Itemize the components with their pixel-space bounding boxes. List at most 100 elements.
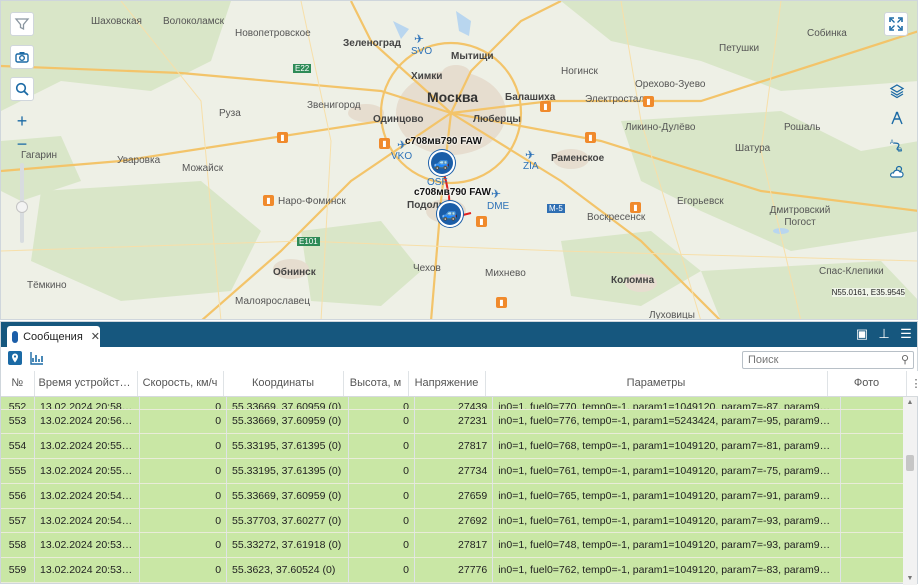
city-label: Звенигород	[307, 100, 361, 111]
tab-messages[interactable]: Сообщения ✕	[7, 326, 100, 347]
measure-button[interactable]	[885, 106, 909, 130]
cell-speed: 0	[139, 483, 228, 509]
weather-button[interactable]	[885, 160, 909, 184]
search-map-button[interactable]	[10, 77, 34, 101]
cell-time: 13.02.2024 20:55:56	[34, 433, 140, 460]
airport-icon: ✈	[525, 148, 536, 162]
search-icon: ⚲	[900, 354, 909, 366]
column-header-altitude[interactable]: Высота, м	[343, 371, 409, 397]
zoom-in-button[interactable]: +	[10, 109, 34, 133]
scroll-up-icon[interactable]: ▲	[903, 397, 917, 409]
cell-speed: 0	[139, 458, 228, 484]
city-label: Коломна	[611, 275, 655, 286]
zoom-out-button[interactable]: −	[10, 132, 34, 156]
cell-time: 13.02.2024 20:55:26	[34, 458, 140, 484]
cell-parameters: in0=1, fuel0=761, temp0=-1, param1=10491…	[492, 508, 841, 534]
table-row[interactable]: 553 13.02.2024 20:56:26 0 55.33669, 37.6095…	[1, 409, 904, 435]
column-header-photo[interactable]: Фото	[827, 371, 907, 397]
city-label: Одинцово	[373, 114, 424, 125]
column-menu-button[interactable]: ⋮	[906, 371, 918, 397]
city-label: Зеленоград	[343, 38, 401, 49]
column-header-parameters[interactable]: Параметры	[485, 371, 828, 397]
layers-button[interactable]	[885, 79, 909, 103]
cell-photo	[840, 557, 904, 584]
table-scrollbar[interactable]: ▲ ▼	[903, 397, 917, 585]
road-label: E101	[297, 237, 320, 246]
cell-number: 552	[1, 397, 36, 410]
cell-altitude: 0	[348, 397, 415, 410]
layers-icon	[889, 84, 905, 99]
pin-icon[interactable]: ⊥	[877, 326, 891, 342]
city-label: Раменское	[551, 153, 605, 164]
table-row[interactable]: 556 13.02.2024 20:54:56 0 55.33669, 37.6095…	[1, 483, 904, 509]
table-row[interactable]: 552 13.02.2024 20:58:58 0 55.33669, 37.6095…	[1, 397, 904, 410]
cell-parameters: in0=1, fuel0=768, temp0=-1, param1=10491…	[492, 433, 841, 460]
table-row[interactable]: 557 13.02.2024 20:54:26 0 55.37703, 37.6027…	[1, 508, 904, 534]
cell-voltage: 27817	[414, 433, 494, 460]
route-button[interactable]: AB	[885, 133, 909, 157]
road-label: E22	[293, 64, 312, 73]
cell-time: 13.02.2024 20:54:56	[34, 483, 140, 509]
city-label: Михнево	[485, 268, 526, 279]
city-label: Петушки	[719, 43, 760, 54]
cell-time: 13.02.2024 20:53:56	[34, 532, 140, 559]
city-label: Электросталь	[585, 94, 650, 105]
cell-altitude: 0	[348, 433, 415, 460]
vehicle-marker[interactable]: 🚙	[429, 150, 455, 176]
panel-tabbar: Сообщения ✕ ▣ ⊥ ☰	[1, 322, 917, 347]
city-label: Химки	[411, 71, 443, 82]
city-label: Москва	[427, 89, 479, 105]
cell-speed: 0	[139, 409, 228, 435]
chart-icon[interactable]	[28, 350, 46, 368]
search-input[interactable]	[742, 351, 914, 369]
scrollbar-thumb[interactable]	[906, 455, 914, 471]
cell-coordinates: 55.33669, 37.60959 (0)	[226, 397, 349, 410]
close-icon[interactable]: ✕	[91, 330, 100, 343]
table-row[interactable]: 555 13.02.2024 20:55:26 0 55.33195, 37.6139…	[1, 458, 904, 484]
city-label: Чехов	[413, 263, 441, 274]
fuel-station-icon: ▮	[496, 297, 507, 308]
column-header-coordinates[interactable]: Координаты	[223, 371, 344, 397]
cell-photo	[840, 483, 904, 509]
filter-button[interactable]	[10, 12, 34, 36]
vehicle-marker[interactable]: 🚙	[437, 201, 463, 227]
cell-time: 13.02.2024 20:56:26	[34, 409, 140, 435]
export-excel-icon[interactable]: ▣	[855, 326, 869, 342]
column-header-time[interactable]: Время устройства...	[34, 371, 138, 397]
table-row[interactable]: 558 13.02.2024 20:53:56 0 55.33272, 37.6191…	[1, 532, 904, 559]
cell-speed: 0	[139, 397, 228, 410]
cell-coordinates: 55.33669, 37.60959 (0)	[226, 483, 349, 509]
city-label: Дмитровский Погост	[769, 205, 831, 228]
zoom-slider-handle[interactable]	[16, 201, 28, 213]
cell-coordinates: 55.3623, 37.60524 (0)	[226, 557, 349, 584]
fuel-station-icon: ▮	[263, 195, 274, 206]
city-label: VKO	[391, 151, 413, 162]
city-label: Орехово-Зуево	[635, 79, 706, 90]
table-row[interactable]: 559 13.02.2024 20:53:26 0 55.3623, 37.60524…	[1, 557, 904, 584]
cell-time: 13.02.2024 20:54:26	[34, 508, 140, 534]
fullscreen-button[interactable]	[884, 12, 908, 36]
cell-voltage: 27817	[414, 532, 494, 559]
fuel-station-icon: ▮	[476, 216, 487, 227]
fullscreen-icon	[889, 17, 903, 31]
cell-speed: 0	[139, 557, 228, 584]
fuel-station-icon: ▮	[643, 96, 654, 107]
cell-number: 557	[1, 508, 36, 534]
column-header-number[interactable]: №	[1, 371, 35, 397]
table-header: № Время устройства... Скорость, км/ч Коо…	[1, 371, 918, 397]
column-header-voltage[interactable]: Напряжение	[408, 371, 486, 397]
cell-speed: 0	[139, 508, 228, 534]
table-row[interactable]: 554 13.02.2024 20:55:56 0 55.33195, 37.6139…	[1, 433, 904, 460]
panel-layout-icon[interactable]: ☰	[899, 326, 913, 342]
column-header-speed[interactable]: Скорость, км/ч	[137, 371, 224, 397]
weather-icon	[890, 165, 904, 178]
cursor-coordinates: N55.0161, E35.9545	[831, 288, 905, 297]
plus-icon: +	[16, 110, 28, 131]
map-view[interactable]: E22 M-5 E101 Шаховская Волоколамск Новоп…	[0, 0, 918, 320]
cell-parameters: in0=1, fuel0=776, temp0=-1, param1=52434…	[492, 409, 841, 435]
scroll-down-icon[interactable]: ▼	[903, 573, 917, 585]
map-marker-icon[interactable]	[6, 350, 24, 368]
screenshot-button[interactable]	[10, 45, 34, 69]
cell-voltage: 27439	[414, 397, 494, 410]
svg-text:A: A	[890, 140, 894, 146]
